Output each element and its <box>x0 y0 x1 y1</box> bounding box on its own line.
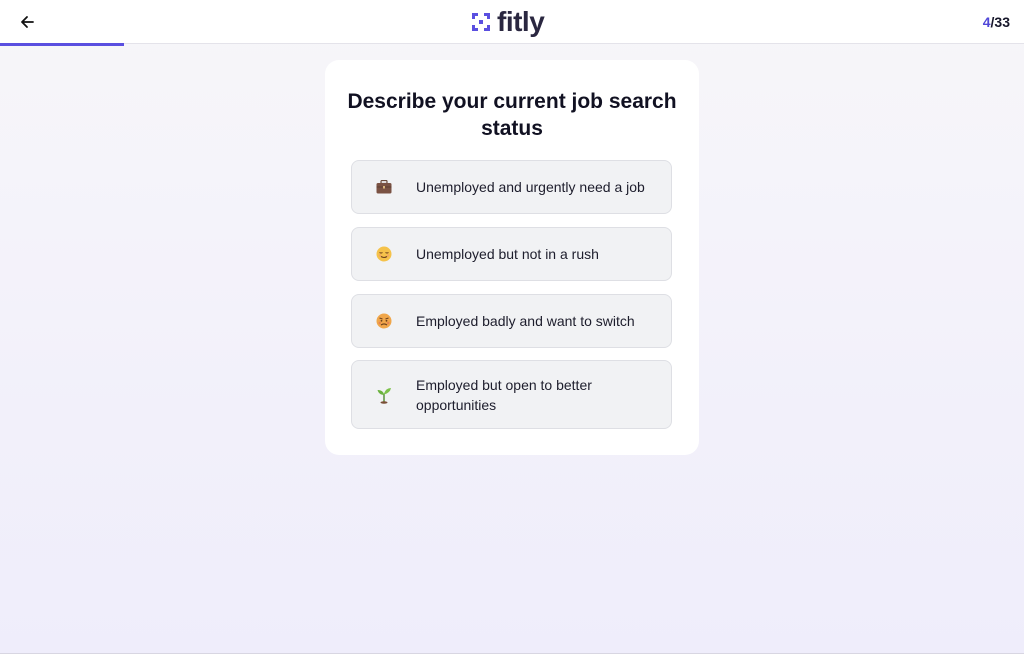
step-total: /33 <box>990 14 1010 30</box>
progress-fill <box>0 43 124 46</box>
option-employed-open[interactable]: Employed but open to better opportunitie… <box>351 360 672 429</box>
option-label: Employed badly and want to switch <box>416 313 635 329</box>
question-title: Describe your current job search status <box>347 90 677 140</box>
question-card: Describe your current job search status … <box>325 60 699 455</box>
option-employed-badly[interactable]: Employed badly and want to switch <box>351 294 672 348</box>
back-button[interactable] <box>14 10 40 34</box>
fitly-logo: fitly <box>471 6 545 38</box>
option-label: Employed but open to better opportunitie… <box>416 376 592 413</box>
option-unemployed-no-rush[interactable]: Unemployed but not in a rush <box>351 227 672 281</box>
progress-bar <box>0 43 1024 46</box>
step-current: 4 <box>982 14 991 30</box>
option-label: Unemployed but not in a rush <box>416 246 599 262</box>
seedling-icon <box>352 386 416 404</box>
step-counter: 4/33 <box>983 14 1010 30</box>
arrow-left-icon <box>21 16 34 28</box>
logo-mark-icon <box>472 13 490 31</box>
briefcase-icon <box>352 180 416 194</box>
relieved-face-icon <box>352 246 416 262</box>
logo-text: fitly <box>497 6 545 37</box>
top-bar: fitly 4/33 <box>0 0 1024 46</box>
option-unemployed-urgent[interactable]: Unemployed and urgently need a job <box>351 160 672 214</box>
disappointed-face-icon <box>352 313 416 329</box>
option-label: Unemployed and urgently need a job <box>416 179 645 195</box>
